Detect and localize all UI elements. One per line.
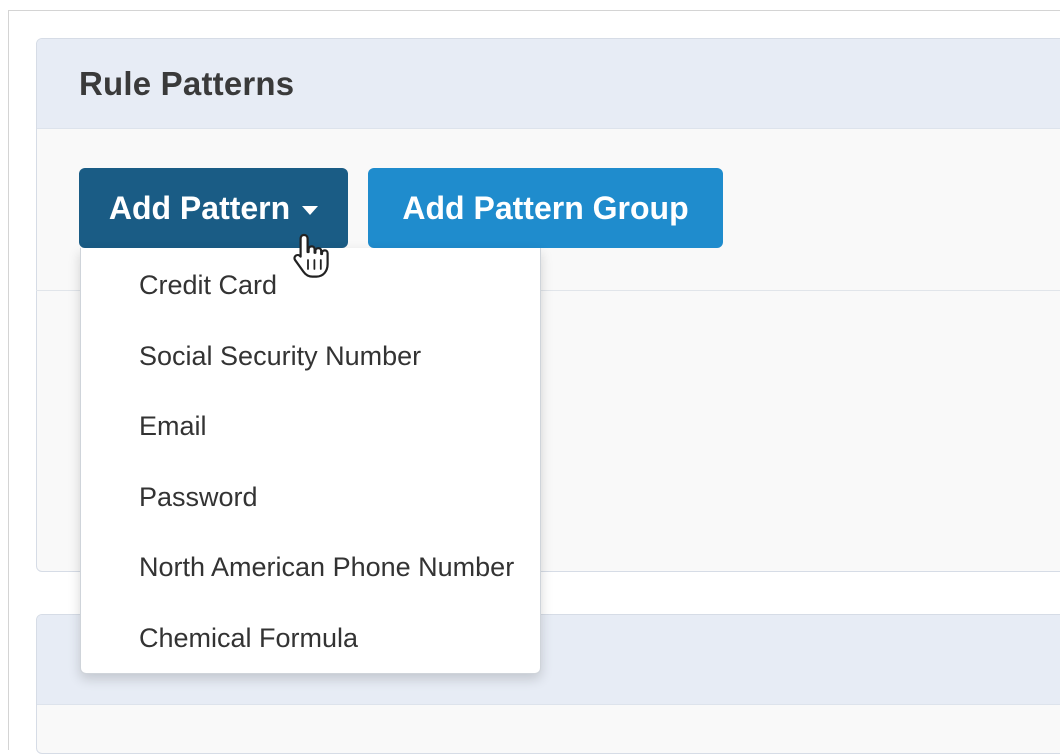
add-pattern-group-button[interactable]: Add Pattern Group (368, 168, 723, 248)
dropdown-item-north-american-phone-number[interactable]: North American Phone Number (121, 532, 540, 603)
dropdown-item-credit-card[interactable]: Credit Card (121, 250, 540, 321)
dropdown-item-social-security-number[interactable]: Social Security Number (121, 321, 540, 392)
add-pattern-group-label: Add Pattern Group (402, 189, 689, 226)
add-pattern-label: Add Pattern (108, 189, 291, 226)
dropdown-item-chemical-formula[interactable]: Chemical Formula (121, 603, 540, 674)
dropdown-item-email[interactable]: Email (121, 391, 540, 462)
panel-heading: Rule Patterns (37, 39, 1060, 129)
add-pattern-button[interactable]: Add Pattern (79, 168, 348, 248)
dropdown-item-password[interactable]: Password (121, 462, 540, 533)
caret-down-icon (302, 205, 319, 215)
panel-title: Rule Patterns (79, 64, 295, 102)
add-pattern-dropdown-menu: Credit Card Social Security Number Email… (80, 248, 541, 674)
